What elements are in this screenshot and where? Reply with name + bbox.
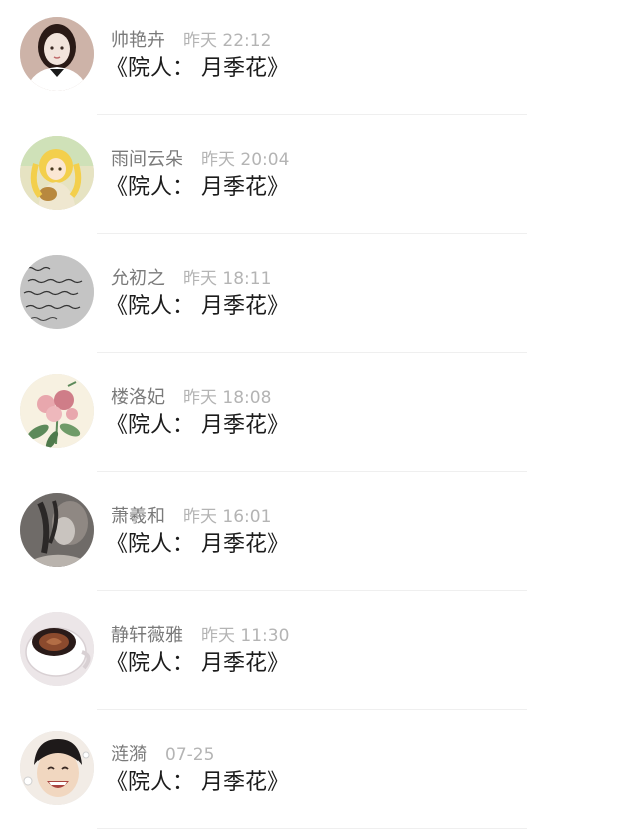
comment-time: 昨天 18:08: [183, 388, 272, 408]
comment-item[interactable]: 萧羲和 昨天 16:01 《院人： 月季花》: [0, 476, 640, 595]
comment-text: 《院人： 月季花》: [106, 532, 289, 557]
anime-girl-avatar-icon: [20, 136, 94, 210]
comment-item[interactable]: 楼洛妃 昨天 18:08 《院人： 月季花》: [0, 357, 640, 476]
comment-time: 昨天 11:30: [201, 626, 290, 646]
comment-item[interactable]: 帅艳卉 昨天 22:12 《院人： 月季花》: [0, 0, 640, 119]
avatar[interactable]: [20, 731, 94, 805]
girl-photo-avatar-icon: [20, 17, 94, 91]
smiling-boy-avatar-icon: [20, 731, 94, 805]
comment-text: 《院人： 月季花》: [106, 175, 289, 200]
commenter-name[interactable]: 楼洛妃: [111, 387, 165, 408]
comment-time: 昨天 16:01: [183, 507, 272, 527]
comment-list: 帅艳卉 昨天 22:12 《院人： 月季花》 雨间云朵 昨天 20:04 《院人： …: [0, 0, 640, 833]
commenter-name[interactable]: 萧羲和: [111, 506, 165, 527]
divider: [97, 590, 527, 591]
ink-art-avatar-icon: [20, 493, 94, 567]
commenter-name[interactable]: 静轩薇雅: [111, 625, 183, 646]
comment-time: 07-25: [165, 745, 215, 765]
comment-text: 《院人： 月季花》: [106, 56, 289, 81]
avatar[interactable]: [20, 136, 94, 210]
avatar[interactable]: [20, 493, 94, 567]
comment-item[interactable]: 允初之 昨天 18:11 《院人： 月季花》: [0, 238, 640, 357]
commenter-name[interactable]: 允初之: [111, 268, 165, 289]
comment-time: 昨天 22:12: [183, 31, 272, 51]
flower-avatar-icon: [20, 374, 94, 448]
divider: [97, 471, 527, 472]
comment-item[interactable]: 涟漪 07-25 《院人： 月季花》: [0, 714, 640, 833]
divider: [97, 233, 527, 234]
divider: [97, 352, 527, 353]
divider: [97, 709, 527, 710]
coffee-cup-avatar-icon: [20, 612, 94, 686]
avatar[interactable]: [20, 612, 94, 686]
commenter-name[interactable]: 帅艳卉: [111, 30, 165, 51]
comment-text: 《院人： 月季花》: [106, 651, 289, 676]
divider: [97, 828, 527, 829]
commenter-name[interactable]: 雨间云朵: [111, 149, 183, 170]
comment-text: 《院人： 月季花》: [106, 413, 289, 438]
avatar[interactable]: [20, 374, 94, 448]
comment-text: 《院人： 月季花》: [106, 770, 289, 795]
divider: [97, 114, 527, 115]
comment-item[interactable]: 雨间云朵 昨天 20:04 《院人： 月季花》: [0, 119, 640, 238]
comment-text: 《院人： 月季花》: [106, 294, 289, 319]
comment-time: 昨天 18:11: [183, 269, 272, 289]
avatar[interactable]: [20, 255, 94, 329]
handwriting-avatar-icon: [20, 255, 94, 329]
comment-time: 昨天 20:04: [201, 150, 290, 170]
avatar[interactable]: [20, 17, 94, 91]
comment-item[interactable]: 静轩薇雅 昨天 11:30 《院人： 月季花》: [0, 595, 640, 714]
commenter-name[interactable]: 涟漪: [111, 744, 147, 765]
